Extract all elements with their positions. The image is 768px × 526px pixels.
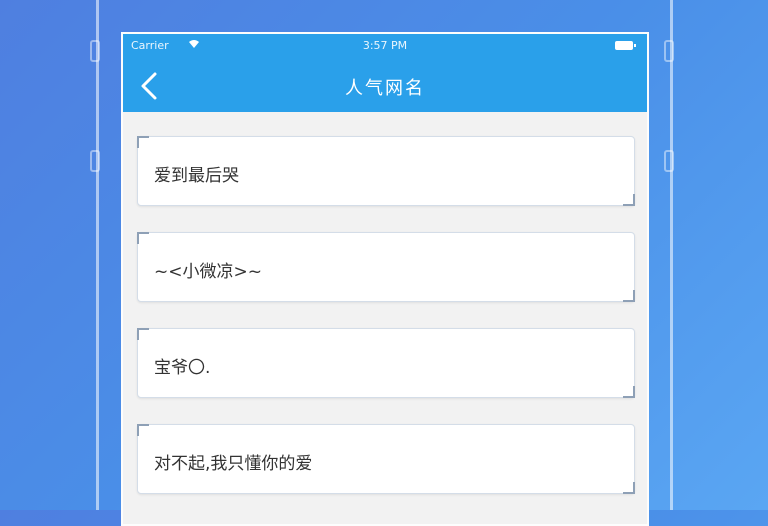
- battery-icon: [615, 41, 636, 50]
- list-item[interactable]: 爱到最后哭: [137, 136, 635, 206]
- device-frame-left: [96, 0, 99, 510]
- name-list: 爱到最后哭 ~<小微凉>~ 宝爷〇. 对不起,我只懂你的爱: [137, 136, 635, 520]
- status-bar: Carrier 3:57 PM: [123, 34, 647, 58]
- navigation-bar: 人气网名: [123, 58, 647, 112]
- device-frame-notch: [664, 40, 674, 62]
- list-item-text: 爱到最后哭: [154, 166, 239, 186]
- device-frame-notch: [664, 150, 674, 172]
- list-item[interactable]: 宝爷〇.: [137, 328, 635, 398]
- device-frame-right: [670, 0, 673, 510]
- list-item-text: 宝爷〇.: [154, 358, 211, 378]
- status-time: 3:57 PM: [362, 39, 408, 52]
- page-title: 人气网名: [345, 78, 425, 99]
- device-frame-notch: [90, 40, 100, 62]
- list-item[interactable]: 对不起,我只懂你的爱: [137, 424, 635, 494]
- list-item-text: ~<小微凉>~: [154, 262, 262, 282]
- list-item-text: 对不起,我只懂你的爱: [154, 454, 313, 474]
- list-item[interactable]: ~<小微凉>~: [137, 232, 635, 302]
- device-frame-notch: [90, 150, 100, 172]
- phone-screen: Carrier 3:57 PM 人气网名 爱到最后哭 ~<小微凉>~ 宝爷〇. …: [121, 32, 649, 526]
